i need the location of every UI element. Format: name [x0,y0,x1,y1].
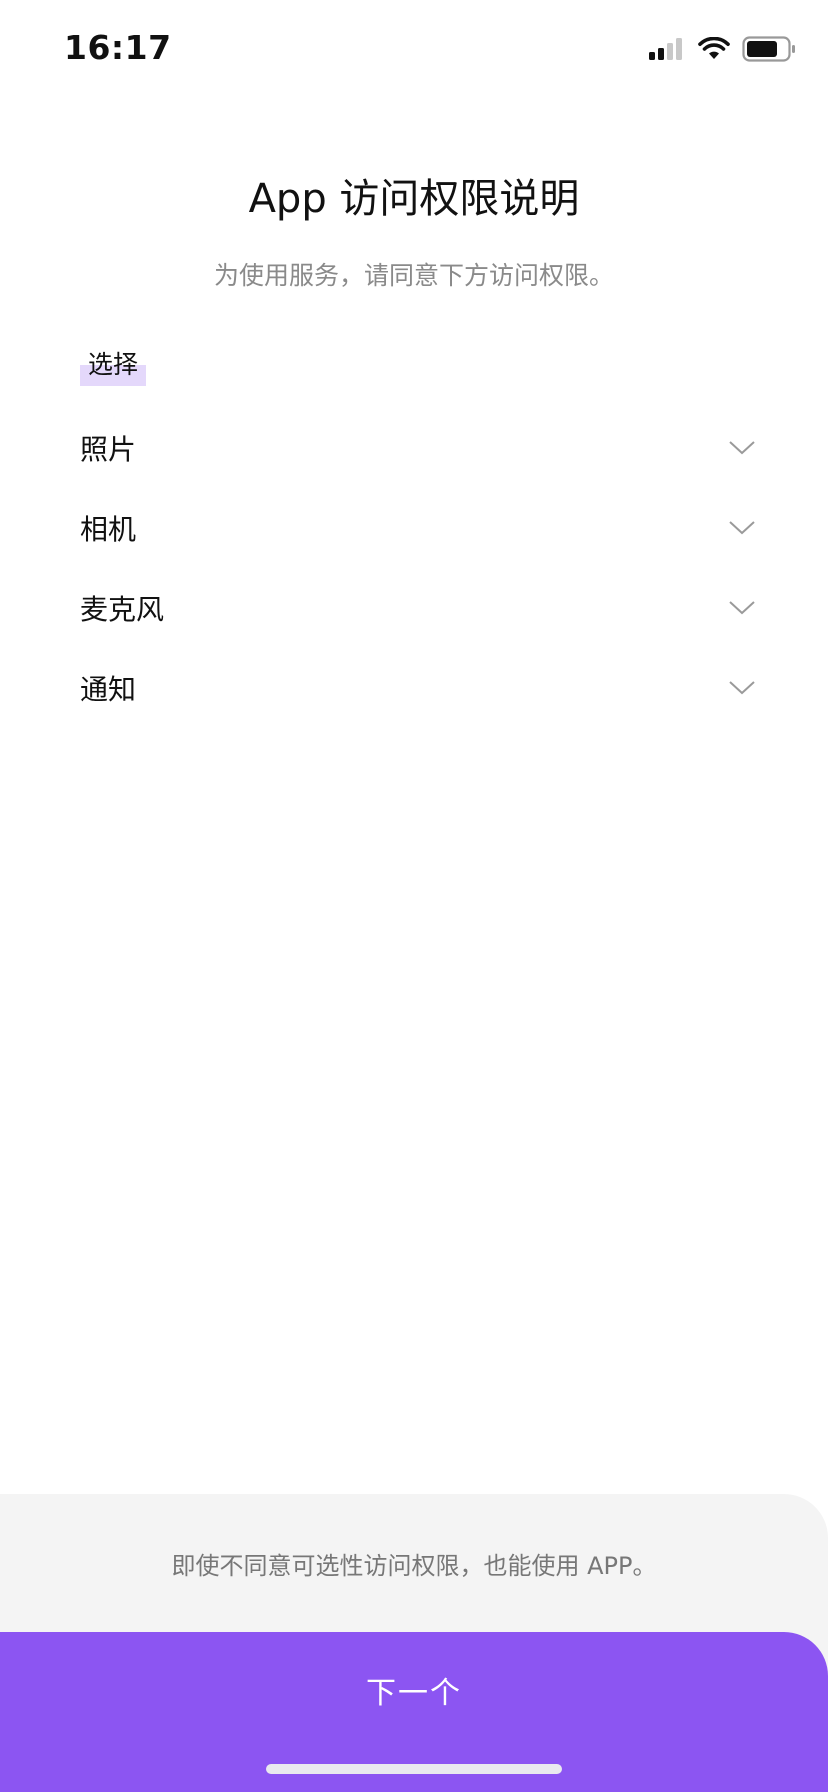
status-time: 16:17 [64,28,172,67]
permission-label: 照片 [80,433,137,466]
optional-permission-note: 即使不同意可选性访问权限，也能使用 APP。 [171,1552,657,1580]
chevron-down-icon[interactable] [728,600,756,616]
bottom-sheet: 即使不同意可选性访问权限，也能使用 APP。 下一个 [0,1494,828,1792]
section-label: 选择 [80,348,147,386]
page-subtitle: 为使用服务，请同意下方访问权限。 [213,261,614,290]
status-bar: 16:17 [0,0,828,100]
home-indicator[interactable] [266,1764,562,1774]
chevron-down-icon[interactable] [728,440,756,456]
permission-item-notifications[interactable]: 通知 [80,648,760,728]
permission-label: 麦克风 [80,593,165,626]
next-button-label: 下一个 [366,1677,462,1710]
permission-item-camera[interactable]: 相机 [80,488,760,568]
permission-item-microphone[interactable]: 麦克风 [80,568,760,648]
permission-label: 相机 [80,513,137,546]
permission-list: 照片 相机 麦克风 通知 [80,408,760,728]
signal-icon [649,38,682,60]
wifi-icon [698,37,730,59]
permission-label: 通知 [80,673,137,706]
chevron-down-icon[interactable] [728,680,756,696]
page-title: App 访问权限说明 [248,176,580,222]
battery-icon [742,36,795,62]
permission-item-photos[interactable]: 照片 [80,408,760,488]
chevron-down-icon[interactable] [728,520,756,536]
status-icons [648,36,796,62]
